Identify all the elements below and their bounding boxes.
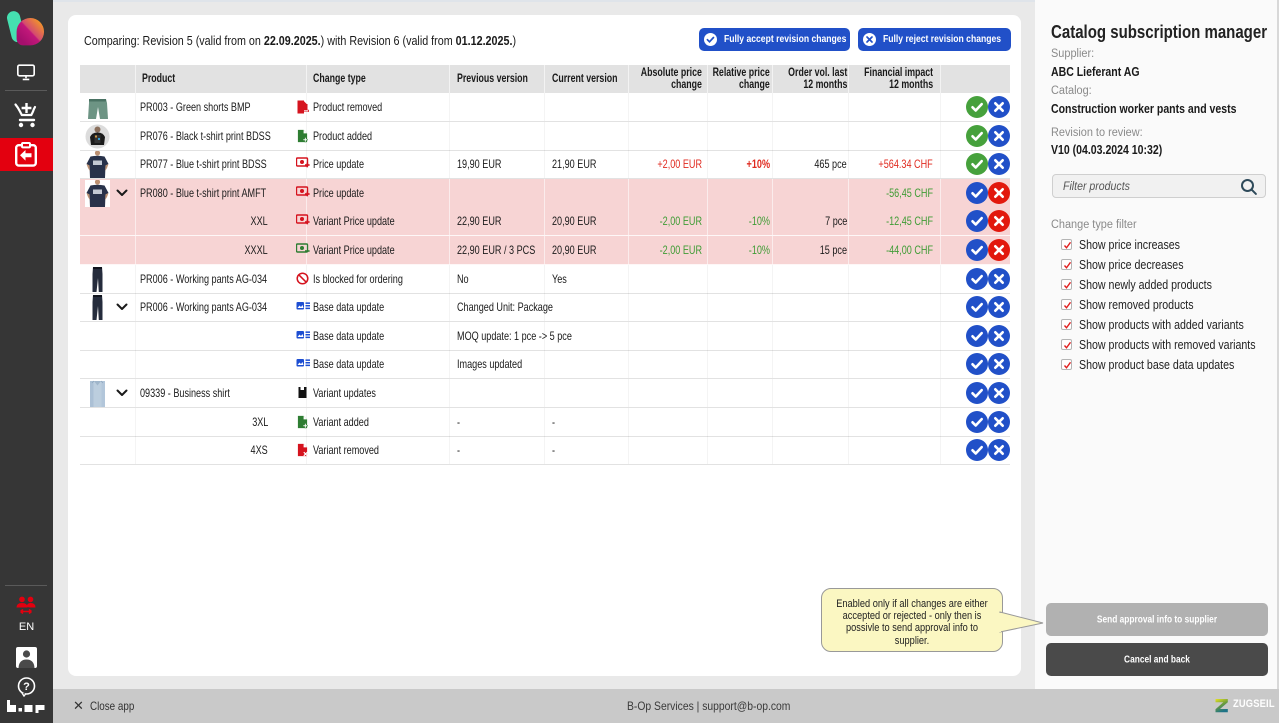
svg-text:?: ?: [23, 681, 30, 693]
